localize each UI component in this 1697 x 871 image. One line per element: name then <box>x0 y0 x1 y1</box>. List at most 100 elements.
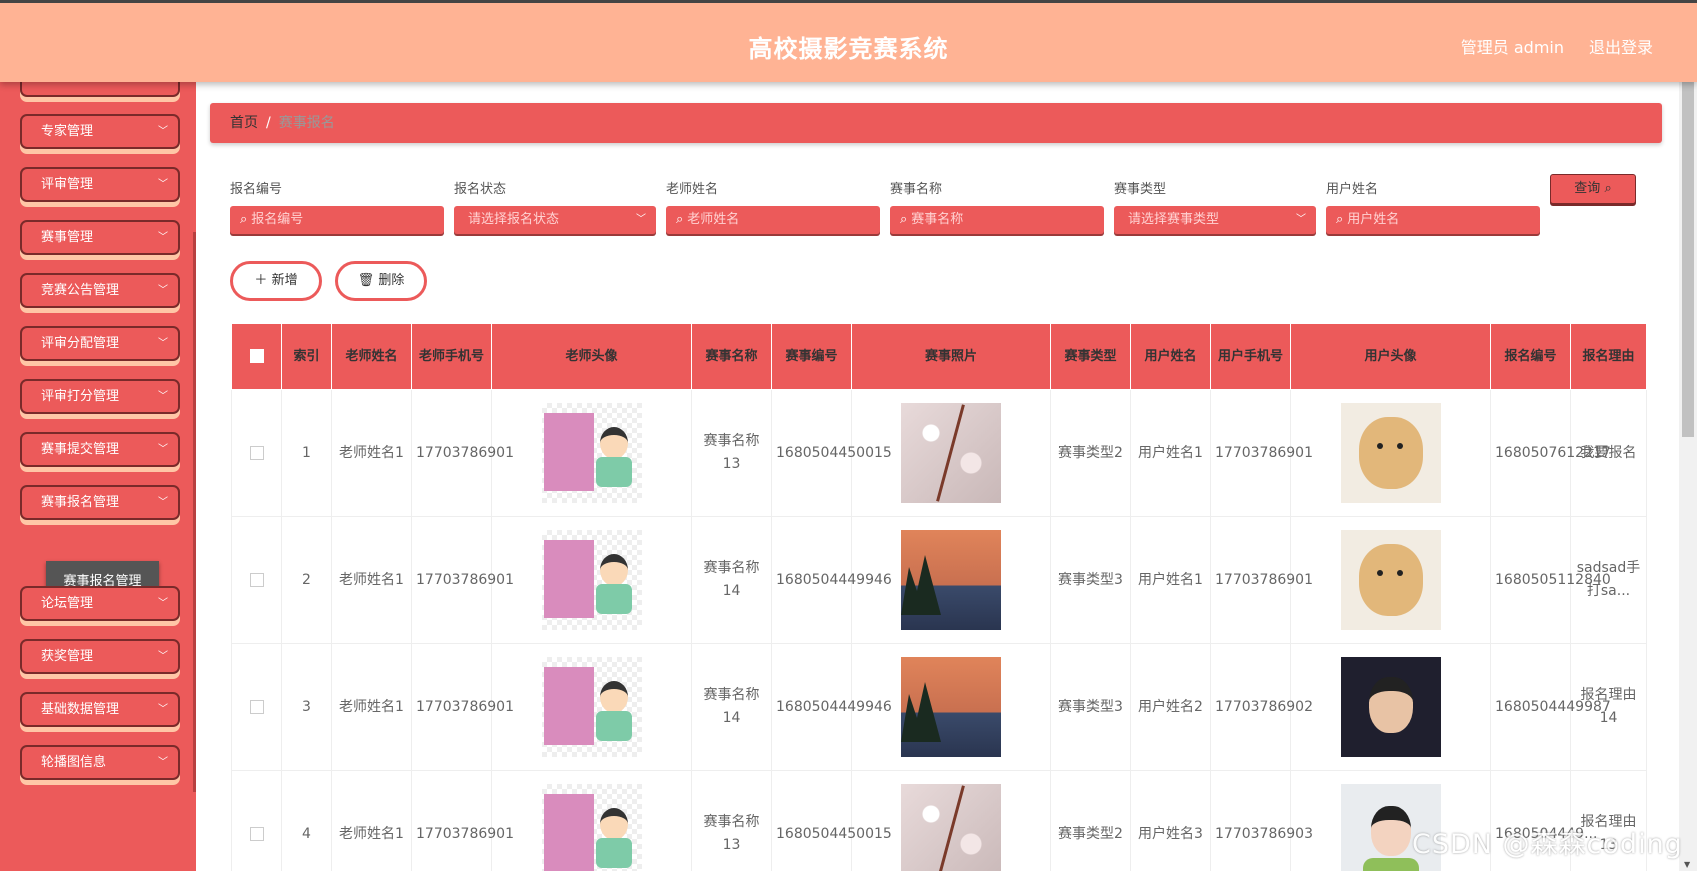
sidebar-item-submissions[interactable]: 赛事提交管理 ﹀ <box>20 432 180 467</box>
page-scrollbar[interactable]: ▼ <box>1679 82 1697 871</box>
cell-contest-type: 赛事类型3 <box>1050 643 1131 771</box>
sidebar-item-carousel[interactable]: 轮播图信息 ﹀ <box>20 745 180 780</box>
col-header: 用户姓名 <box>1130 323 1211 390</box>
query-button[interactable]: 查询 ⌕ <box>1550 174 1636 204</box>
row-checkbox[interactable] <box>231 516 282 644</box>
select-all-checkbox[interactable] <box>231 323 282 390</box>
chevron-down-icon: ﹀ <box>158 285 168 296</box>
col-header: 赛事照片 <box>851 323 1051 390</box>
filter-label-regno: 报名编号 <box>230 182 283 197</box>
cell-index: 2 <box>281 516 332 644</box>
sidebar-item-awards[interactable]: 获奖管理 ﹀ <box>20 639 180 674</box>
cell-contest-photo <box>851 770 1051 871</box>
cell-index: 1 <box>281 389 332 517</box>
sidebar-item-hidden[interactable] <box>20 82 180 97</box>
type-placeholder: 请选择赛事类型 <box>1128 212 1220 227</box>
delete-label: 删除 <box>378 273 405 288</box>
delete-button[interactable]: 🗑 删除 <box>335 261 427 301</box>
user-input[interactable]: ⌕ 用户姓名 <box>1326 206 1540 234</box>
search-icon: ⌕ <box>900 212 908 227</box>
cell-teacher-phone: 17703786901 <box>411 770 514 871</box>
sidebar-item-registrations[interactable]: 赛事报名管理 ﹀ <box>20 485 180 520</box>
teacher-input[interactable]: ⌕ 老师姓名 <box>666 206 880 234</box>
sidebar-item-announcements[interactable]: 竞赛公告管理 ﹀ <box>20 273 180 308</box>
user-avatar-image[interactable] <box>1340 657 1441 757</box>
sidebar-item-experts[interactable]: 专家管理 ﹀ <box>20 114 180 149</box>
table-header-row: 索引 老师姓名 老师手机号 老师头像 赛事名称 赛事编号 赛事照片 赛事类型 用… <box>231 323 1647 390</box>
teacher-avatar-image[interactable] <box>541 784 642 871</box>
chevron-down-icon: ﹀ <box>158 444 168 455</box>
add-button[interactable]: ＋ 新增 <box>230 261 322 301</box>
contest-photo-image[interactable] <box>901 403 1001 503</box>
filter-label-status: 报名状态 <box>454 182 507 197</box>
sidebar-item-label: 竞赛公告管理 <box>41 283 120 298</box>
teacher-avatar-image[interactable] <box>541 657 642 757</box>
table-row: 1 老师姓名1 17703786901 赛事名称13 1680504450015… <box>231 389 1647 517</box>
cell-user-phone: 17703786903 <box>1210 770 1313 871</box>
contest-photo-image[interactable] <box>901 657 1001 757</box>
cell-user-phone: 17703786902 <box>1210 643 1313 771</box>
sidebar-item-review-assign[interactable]: 评审分配管理 ﹀ <box>20 326 180 361</box>
cell-teacher: 老师姓名1 <box>331 643 412 771</box>
col-header: 报名编号 <box>1490 323 1571 390</box>
row-checkbox[interactable] <box>231 643 282 771</box>
contest-photo-image[interactable] <box>901 530 1001 630</box>
chevron-down-icon: ﹀ <box>158 757 168 768</box>
chevron-down-icon: ﹀ <box>158 704 168 715</box>
main-content: 首页 / 赛事报名 报名编号 报名状态 老师姓名 赛事名称 赛事类型 用户姓名 ⌕ 报… <box>196 82 1676 871</box>
col-header: 用户手机号 <box>1210 323 1291 390</box>
search-icon: ⌕ <box>1604 181 1612 196</box>
breadcrumb-home[interactable]: 首页 <box>230 115 258 131</box>
cell-user-phone: 17703786901 <box>1210 389 1313 517</box>
search-icon: ⌕ <box>676 212 684 227</box>
teacher-placeholder: 老师姓名 <box>687 212 740 227</box>
sidebar-item-label: 评审分配管理 <box>41 336 120 351</box>
cell-contest-type: 赛事类型3 <box>1050 516 1131 644</box>
contest-photo-image[interactable] <box>901 784 1001 871</box>
contest-input[interactable]: ⌕ 赛事名称 <box>890 206 1104 234</box>
breadcrumb-current: 赛事报名 <box>278 115 335 131</box>
status-select[interactable]: 请选择报名状态 ﹀ <box>454 206 656 234</box>
watermark: CSDN @森森coding <box>1412 829 1683 860</box>
search-icon: ⌕ <box>240 212 248 227</box>
teacher-avatar-image[interactable] <box>541 403 642 503</box>
cell-reg-no: 1680507612217 <box>1490 389 1611 517</box>
logout-link[interactable]: 退出登录 <box>1589 34 1653 58</box>
cell-user-avatar <box>1290 389 1491 517</box>
regno-input[interactable]: ⌕ 报名编号 <box>230 206 444 234</box>
sidebar: 专家管理 ﹀ 评审管理 ﹀ 赛事管理 ﹀ 竞赛公告管理 ﹀ 评审分配管理 ﹀ 评审打分管理… <box>0 82 196 871</box>
sidebar-item-label: 赛事管理 <box>41 230 94 245</box>
cell-teacher-avatar <box>491 770 692 871</box>
cell-teacher-avatar <box>491 643 692 771</box>
sidebar-item-contests[interactable]: 赛事管理 ﹀ <box>20 220 180 255</box>
filter-label-type: 赛事类型 <box>1114 182 1167 197</box>
chevron-down-icon: ﹀ <box>158 126 168 137</box>
cell-user: 用户姓名1 <box>1130 389 1211 517</box>
cell-contest-type: 赛事类型2 <box>1050 389 1131 517</box>
scrollbar-thumb[interactable] <box>1682 82 1694 437</box>
chevron-down-icon: ﹀ <box>158 232 168 243</box>
plus-icon: ＋ <box>254 273 268 288</box>
sidebar-item-reviews[interactable]: 评审管理 ﹀ <box>20 167 180 202</box>
sidebar-item-label: 基础数据管理 <box>41 702 120 717</box>
chevron-down-icon: ﹀ <box>158 598 168 609</box>
sidebar-item-review-score[interactable]: 评审打分管理 ﹀ <box>20 379 180 414</box>
sidebar-item-forum[interactable]: 论坛管理 ﹀ <box>20 586 180 621</box>
sidebar-item-basic-data[interactable]: 基础数据管理 ﹀ <box>20 692 180 727</box>
cell-contest-no: 1680504449946 <box>771 643 892 771</box>
teacher-avatar-image[interactable] <box>541 530 642 630</box>
cell-teacher-avatar <box>491 389 692 517</box>
sidebar-item-label: 轮播图信息 <box>41 755 107 770</box>
user-avatar-image[interactable] <box>1340 403 1441 503</box>
regno-placeholder: 报名编号 <box>251 212 304 227</box>
user-avatar-image[interactable] <box>1340 530 1441 630</box>
cell-teacher: 老师姓名1 <box>331 770 412 871</box>
type-select[interactable]: 请选择赛事类型 ﹀ <box>1114 206 1316 234</box>
row-checkbox[interactable] <box>231 389 282 517</box>
cell-index: 4 <box>281 770 332 871</box>
scroll-down-arrow-icon[interactable]: ▼ <box>1684 860 1690 869</box>
sidebar-item-label: 论坛管理 <box>41 596 94 611</box>
add-label: 新增 <box>271 273 298 288</box>
row-checkbox[interactable] <box>231 770 282 871</box>
chevron-down-icon: ﹀ <box>158 497 168 508</box>
